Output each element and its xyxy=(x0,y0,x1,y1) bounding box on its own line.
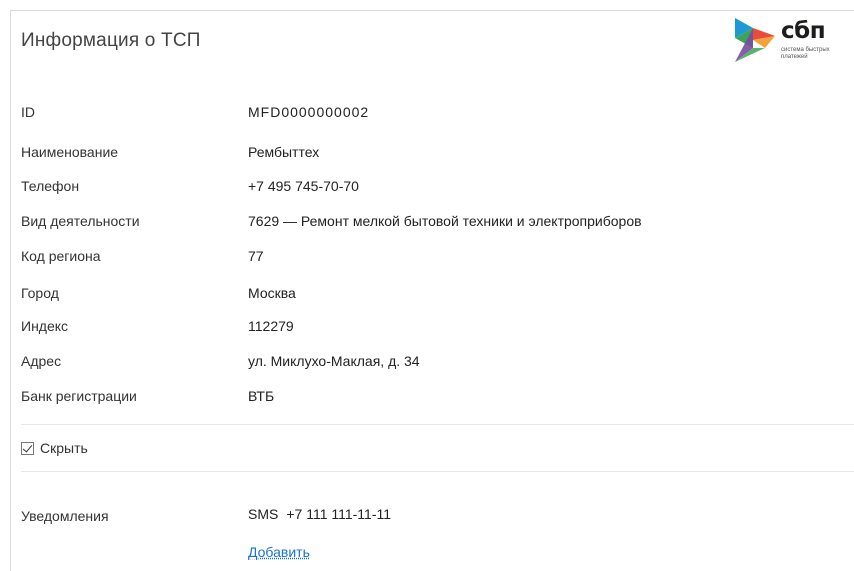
hide-checkbox[interactable] xyxy=(21,441,34,455)
field-label: Телефон xyxy=(21,178,80,194)
field-label: Код региона xyxy=(21,248,101,264)
divider xyxy=(21,424,854,425)
divider xyxy=(21,471,854,472)
sbp-logo-icon xyxy=(735,18,775,62)
check-icon xyxy=(22,441,33,453)
field-value: 112279 xyxy=(248,318,294,334)
add-notification-link[interactable]: Добавить xyxy=(248,544,310,560)
field-label: Адрес xyxy=(21,353,62,369)
hide-checkbox-row[interactable]: Скрыть xyxy=(21,440,88,456)
hide-checkbox-label: Скрыть xyxy=(40,440,88,456)
logo-subtitle: система быстрых платежей xyxy=(781,47,830,60)
field-value: 7629 — Ремонт мелкой бытовой техники и э… xyxy=(248,213,642,229)
field-label: Индекс xyxy=(21,318,69,334)
field-value: 77 xyxy=(248,248,264,264)
field-value: +7 495 745-70-70 xyxy=(248,178,359,194)
field-label: Банк регистрации xyxy=(21,388,137,404)
field-label: Вид деятельности xyxy=(21,213,140,229)
notifications-label: Уведомления xyxy=(21,508,109,524)
field-row-region-code: Код региона 77 xyxy=(21,248,841,270)
field-value: ВТБ xyxy=(248,388,275,404)
notification-phone: +7 111 111-11-11 xyxy=(286,506,392,522)
sbp-logo: сбп система быстрых платежей xyxy=(731,14,846,70)
field-label: Наименование xyxy=(21,144,119,160)
field-value: Рембыттех xyxy=(248,144,320,160)
field-row-city: Город Москва xyxy=(21,285,841,307)
field-row-bank: Банк регистрации ВТБ xyxy=(21,388,841,410)
page-title: Информация о ТСП xyxy=(21,30,201,51)
field-value: MFD0000000002 xyxy=(248,104,370,120)
field-value: Москва xyxy=(248,285,296,301)
field-row-index: Индекс 112279 xyxy=(21,318,841,340)
logo-wordmark: сбп xyxy=(781,18,826,44)
field-label: ID xyxy=(21,104,35,120)
field-value: ул. Миклухо-Маклая, д. 34 xyxy=(248,353,420,369)
notification-channel: SMS xyxy=(248,506,279,522)
field-row-id: ID MFD0000000002 xyxy=(21,104,841,126)
field-label: Город xyxy=(21,285,59,301)
field-row-name: Наименование Рембыттех xyxy=(21,144,841,166)
field-row-phone: Телефон +7 495 745-70-70 xyxy=(21,178,841,200)
field-row-activity: Вид деятельности 7629 — Ремонт мелкой бы… xyxy=(21,213,841,235)
field-row-address: Адрес ул. Миклухо-Маклая, д. 34 xyxy=(21,353,841,375)
notification-entry: SMS +7 111 111-11-11 xyxy=(248,506,391,522)
